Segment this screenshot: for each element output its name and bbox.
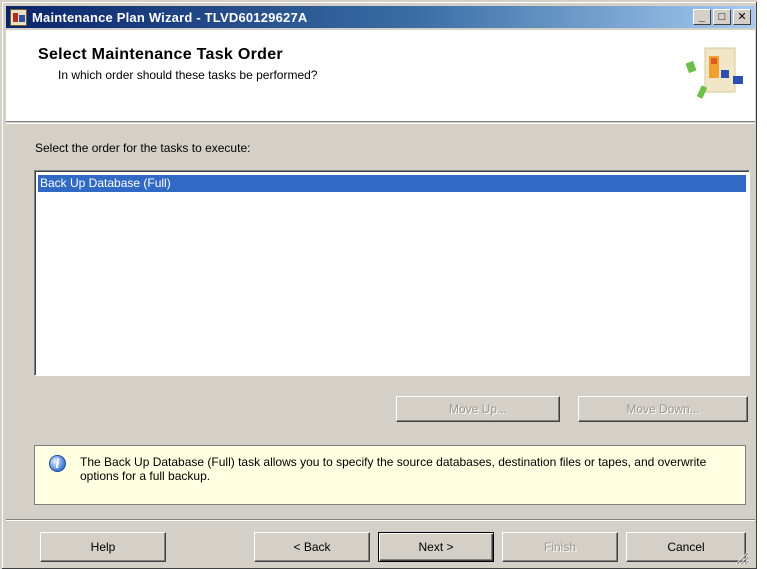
footer-divider [6, 519, 755, 521]
wizard-window: Maintenance Plan Wizard - TLVD60129627A … [0, 0, 757, 569]
page-subtitle: In which order should these tasks be per… [58, 68, 318, 82]
wizard-graphic-icon [685, 47, 743, 99]
minimize-button[interactable]: _ [693, 9, 711, 25]
info-icon: i [49, 455, 66, 472]
task-list-label: Select the order for the tasks to execut… [35, 141, 251, 155]
back-button[interactable]: < Back [254, 532, 370, 562]
resize-grip-icon[interactable] [735, 551, 749, 565]
list-item[interactable]: Back Up Database (Full) [38, 175, 746, 192]
task-description-box: i The Back Up Database (Full) task allow… [34, 445, 746, 505]
task-description-text: The Back Up Database (Full) task allows … [80, 455, 707, 483]
page-title: Select Maintenance Task Order [38, 46, 283, 63]
task-order-list[interactable]: Back Up Database (Full) [34, 170, 750, 376]
title-bar[interactable]: Maintenance Plan Wizard - TLVD60129627A … [6, 6, 755, 28]
maximize-button[interactable]: □ [713, 9, 731, 25]
help-button[interactable]: Help [40, 532, 166, 562]
move-up-button[interactable]: Move Up... [396, 396, 560, 422]
header-divider [6, 123, 755, 124]
window-title: Maintenance Plan Wizard - TLVD60129627A [32, 9, 308, 25]
cancel-button[interactable]: Cancel [626, 532, 746, 562]
next-button[interactable]: Next > [378, 532, 494, 562]
close-button[interactable]: ✕ [733, 9, 751, 25]
finish-button[interactable]: Finish [502, 532, 618, 562]
wizard-header: Select Maintenance Task Order In which o… [6, 30, 755, 122]
app-icon [10, 8, 27, 26]
move-down-button[interactable]: Move Down... [578, 396, 748, 422]
